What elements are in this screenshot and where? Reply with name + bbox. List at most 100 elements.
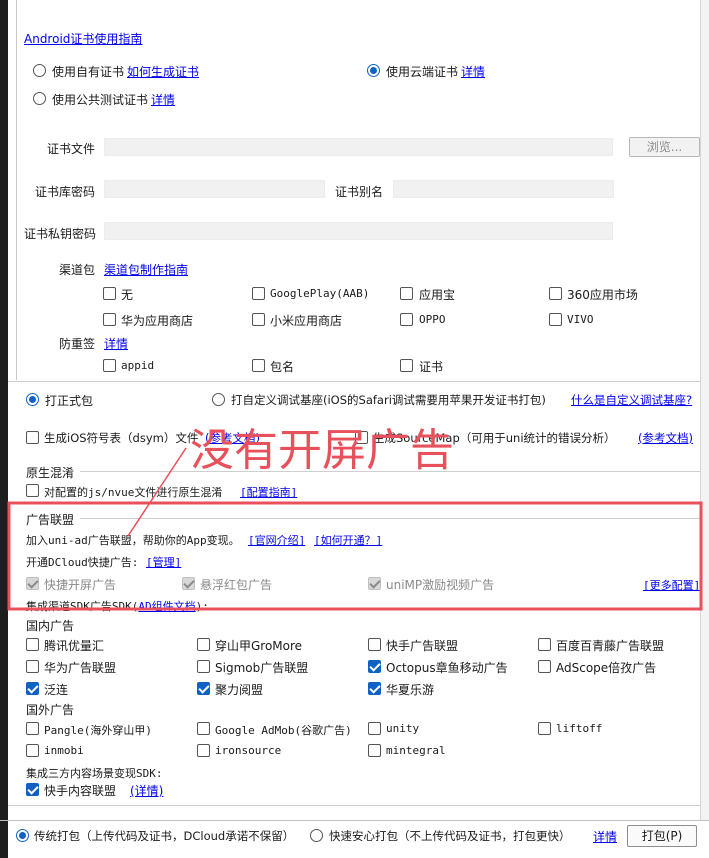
antiresign-package-checkbox[interactable]	[252, 359, 265, 372]
ads-title: 广告联盟	[26, 513, 75, 527]
obfuscation-guide-link[interactable]: [配置指南]	[240, 484, 297, 500]
more-config-link[interactable]: [更多配置]	[643, 577, 700, 593]
ad-mintegral-checkbox[interactable]	[368, 744, 381, 757]
channel-oppo-checkbox[interactable]	[400, 313, 413, 326]
antiresign-link[interactable]: 详情	[104, 335, 128, 352]
ad-kuaishou-checkbox[interactable]	[368, 638, 381, 651]
obfuscation-checkbox[interactable]	[26, 484, 39, 497]
ads-howto-link[interactable]: [如何开通？]	[314, 532, 382, 548]
section-divider	[8, 381, 700, 382]
channel-option: 华为应用商店	[121, 314, 194, 328]
dsym-label: 生成iOS符号表（dsym）文件	[44, 431, 199, 445]
ads-bottom-divider	[8, 805, 700, 806]
ad-huawei-checkbox[interactable]	[26, 660, 39, 673]
ad-option: 聚力阅盟	[215, 683, 264, 697]
fast-pack-label: 快速安心打包（不上传代码及证书，打包更快）	[329, 829, 571, 843]
channel-option: VIVO	[567, 313, 594, 326]
ad-option: 穿山甲GroMore	[215, 639, 303, 653]
footer-divider	[0, 820, 709, 821]
ad-option: 腾讯优量汇	[44, 639, 105, 653]
antiresign-appid-checkbox[interactable]	[103, 359, 116, 372]
cloud-cert-link[interactable]: 详情	[461, 63, 485, 80]
ad-option: 百度百青藤广告联盟	[556, 639, 665, 653]
channel-option: 无	[121, 288, 134, 302]
ad-sigmob-checkbox[interactable]	[197, 660, 210, 673]
ad-fanlian-checkbox[interactable]	[26, 682, 39, 695]
channel-option: 360应用市场	[567, 288, 638, 302]
fast-pack-radio[interactable]	[310, 829, 323, 842]
float-red-checkbox[interactable]	[182, 577, 195, 590]
ads-intro: 加入uni-ad广告联盟，帮助你的App变现。	[26, 534, 240, 547]
ad-option: Pangle(海外穿山甲)	[44, 724, 152, 737]
ad-inmobi-checkbox[interactable]	[26, 744, 39, 757]
keystore-password-label: 证书库密码	[35, 185, 96, 199]
ad-component-doc-link[interactable]: AD组件文档	[138, 600, 195, 613]
ad-tencent-checkbox[interactable]	[26, 638, 39, 651]
panel-border	[16, 0, 17, 380]
dcloud-manage-link[interactable]: [管理]	[146, 554, 181, 570]
ad-ironsource-checkbox[interactable]	[197, 744, 210, 757]
key-password-input[interactable]	[104, 222, 613, 240]
formal-build-label: 打正式包	[45, 394, 94, 408]
pack-button[interactable]: 打包(P)	[627, 825, 697, 847]
ad-gromore-checkbox[interactable]	[197, 638, 210, 651]
formal-build-radio[interactable]	[26, 393, 39, 406]
scrollbar[interactable]	[700, 0, 709, 820]
kuaishou-content-link[interactable]: (详情)	[130, 782, 163, 799]
ad-octopus-checkbox[interactable]	[368, 660, 381, 673]
channel-huawei-checkbox[interactable]	[103, 313, 116, 326]
cert-alias-label: 证书别名	[335, 185, 384, 199]
ads-intro-link[interactable]: [官网介绍]	[248, 532, 305, 548]
sdk-label-start: 集成渠道SDK广告SDK(	[26, 600, 139, 613]
channel-xiaomi-checkbox[interactable]	[252, 313, 265, 326]
cert-alias-input[interactable]	[393, 180, 614, 198]
traditional-pack-label: 传统打包（上传代码及证书，DCloud承诺不保留）	[34, 829, 295, 843]
ad-huaxia-checkbox[interactable]	[368, 682, 381, 695]
ad-admob-checkbox[interactable]	[197, 722, 210, 735]
antiresign-option: 证书	[419, 360, 444, 374]
custom-base-link[interactable]: 什么是自定义调试基座?	[571, 392, 692, 408]
channel-360-checkbox[interactable]	[549, 287, 562, 300]
sourcemap-link[interactable]: (参考文档)	[638, 430, 693, 446]
antiresign-option: appid	[121, 359, 155, 372]
keystore-password-input[interactable]	[104, 180, 325, 198]
ad-pangle-checkbox[interactable]	[26, 722, 39, 735]
traditional-pack-radio[interactable]	[16, 829, 29, 842]
sdk-label: 集成渠道SDK广告SDK(AD组件文档):	[26, 598, 209, 614]
ad-baidu-checkbox[interactable]	[538, 638, 551, 651]
channel-option: 应用宝	[419, 288, 456, 302]
channel-label: 渠道包	[59, 263, 96, 277]
ad-adscope-checkbox[interactable]	[538, 660, 551, 673]
public-cert-radio[interactable]	[33, 92, 46, 105]
unimp-video-checkbox[interactable]	[368, 577, 381, 590]
android-cert-guide-link[interactable]: Android证书使用指南	[24, 30, 142, 47]
cloud-cert-radio[interactable]	[367, 64, 380, 77]
kuaishou-content-checkbox[interactable]	[26, 783, 39, 796]
cert-file-label: 证书文件	[47, 142, 96, 156]
dsym-checkbox[interactable]	[26, 431, 39, 444]
channel-vivo-checkbox[interactable]	[549, 313, 562, 326]
channel-googleplay-checkbox[interactable]	[252, 287, 265, 300]
channel-yingyongbao-checkbox[interactable]	[400, 287, 413, 300]
ad-unity-checkbox[interactable]	[368, 722, 381, 735]
cert-file-input[interactable]	[104, 138, 613, 156]
ad-option: liftoff	[556, 722, 603, 735]
domestic-ads-label: 国内广告	[26, 619, 75, 633]
channel-none-checkbox[interactable]	[103, 287, 116, 300]
antiresign-cert-checkbox[interactable]	[400, 359, 413, 372]
own-cert-radio[interactable]	[33, 64, 46, 77]
custom-base-radio[interactable]	[212, 393, 225, 406]
ad-option: 华为广告联盟	[44, 661, 117, 675]
ad-julimeng-checkbox[interactable]	[197, 682, 210, 695]
custom-base-label: 打自定义调试基座(iOS的Safari调试需要用苹果开发证书打包)	[231, 393, 546, 407]
pack-detail-link[interactable]: 详情	[593, 828, 617, 845]
public-cert-link[interactable]: 详情	[151, 91, 175, 108]
channel-guide-link[interactable]: 渠道包制作指南	[104, 261, 188, 278]
ad-option: ironsource	[215, 744, 282, 757]
ad-liftoff-checkbox[interactable]	[538, 722, 551, 735]
quick-splash-checkbox[interactable]	[26, 577, 39, 590]
own-cert-link[interactable]: 如何生成证书	[127, 63, 199, 80]
obfuscation-title: 原生混淆	[26, 466, 75, 480]
browse-button[interactable]: 浏览...	[629, 137, 700, 157]
ad-option: AdScope倍孜广告	[556, 661, 657, 675]
